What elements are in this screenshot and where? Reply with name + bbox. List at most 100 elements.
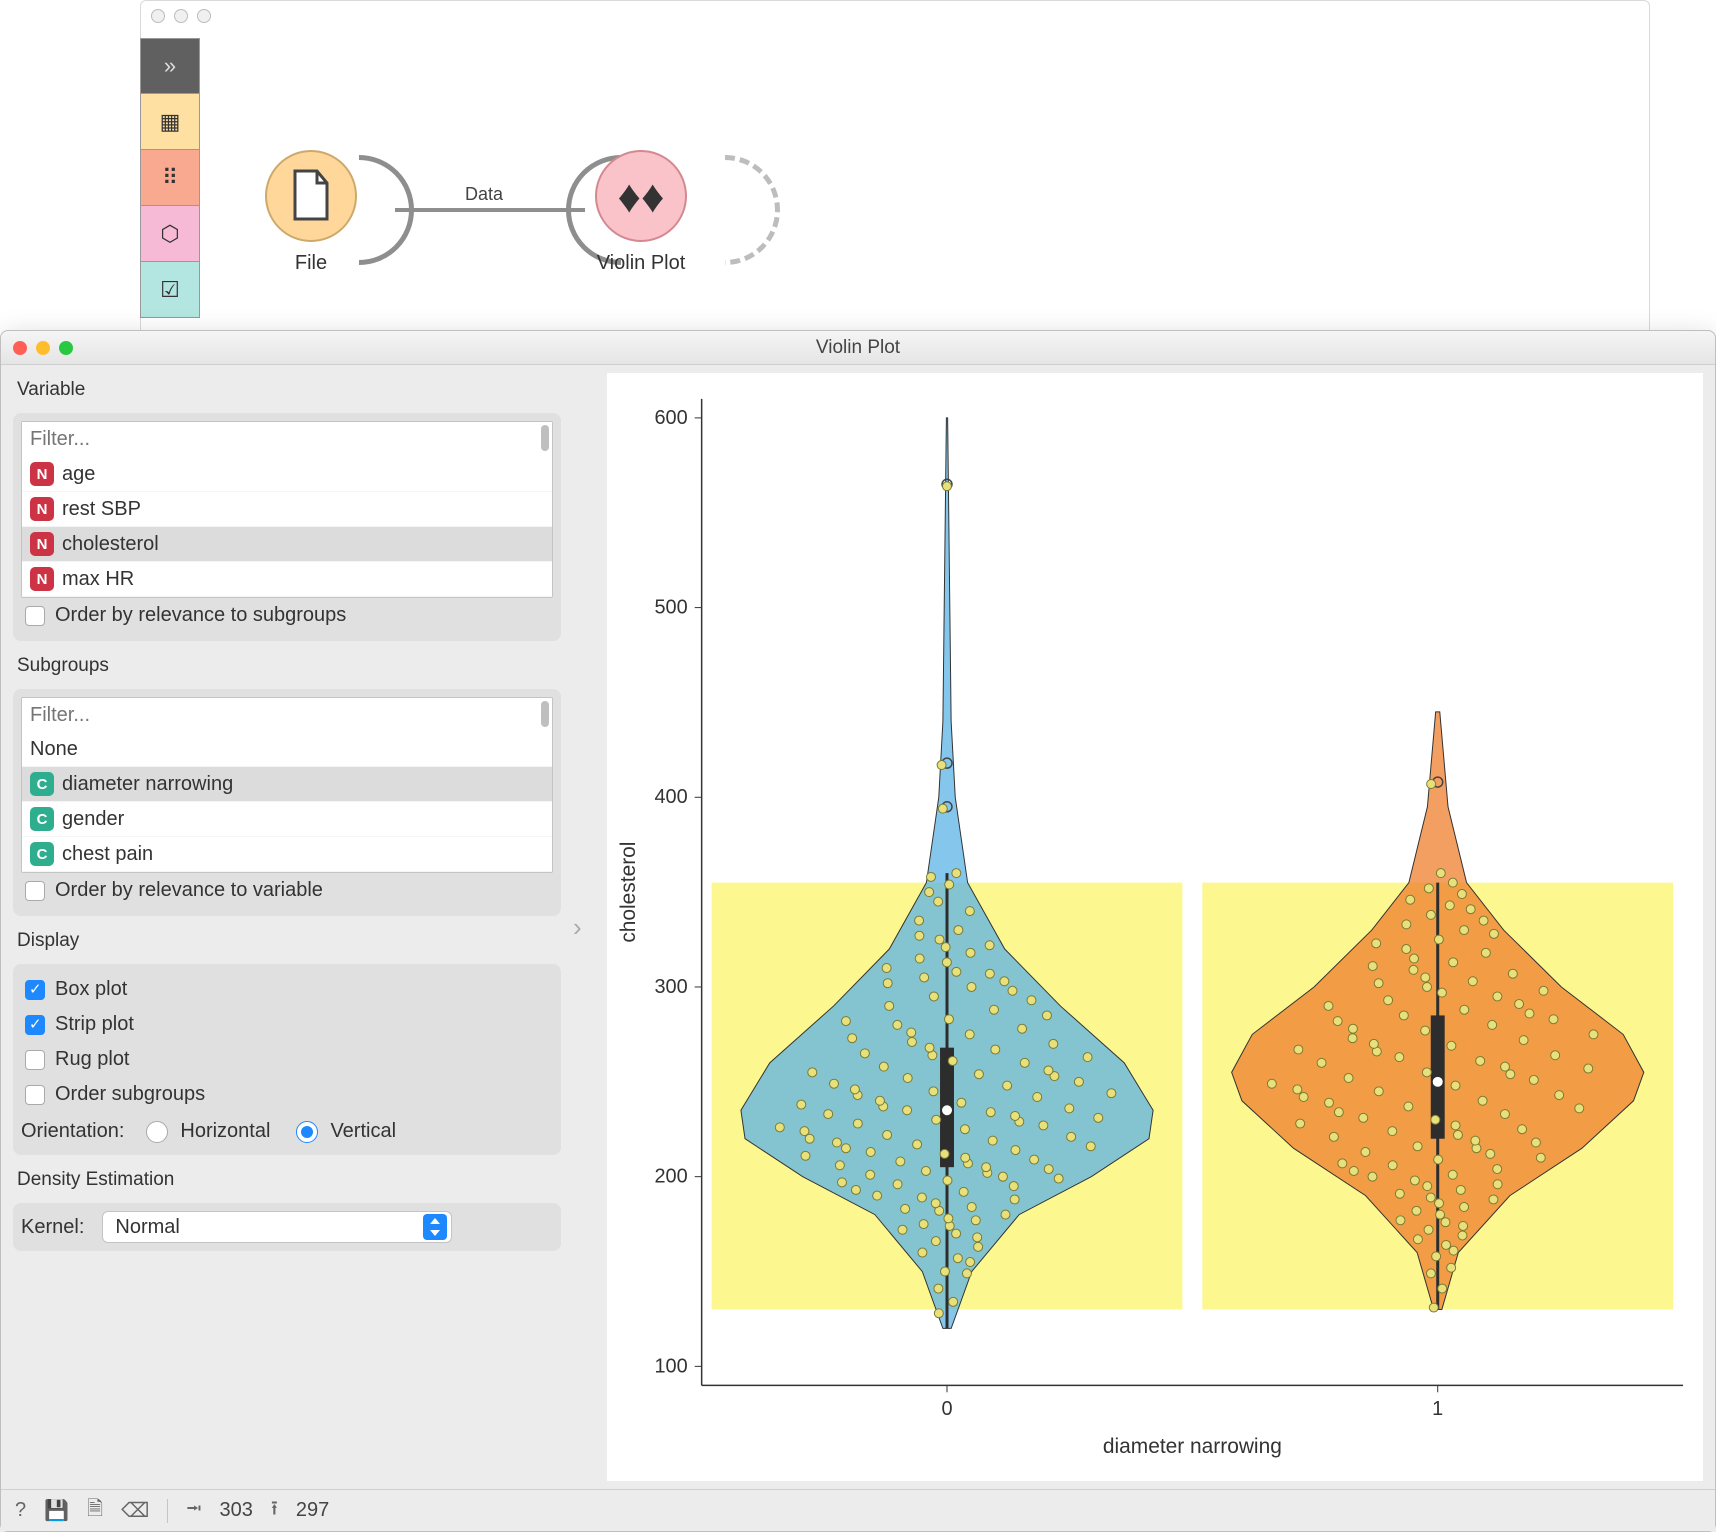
density-section-title: Density Estimation [17,1169,561,1191]
variable-filter-input[interactable] [22,422,552,457]
variable-filter: NageNrest SBPNcholesterolNmax HR [21,421,553,598]
save-icon[interactable]: 💾 [44,1498,69,1523]
svg-text:cholesterol: cholesterol [617,842,640,943]
type-badge: C [30,772,54,796]
palette-expand-icon[interactable]: » [140,38,200,94]
orientation-horizontal[interactable]: Horizontal [142,1116,274,1147]
svg-text:400: 400 [654,786,687,808]
type-badge: N [30,497,54,521]
checkbox[interactable] [25,980,45,1000]
subgroups-group: NoneCdiameter narrowingCgenderCchest pai… [13,689,561,916]
input-icon: ⭲ [186,1494,201,1528]
list-item[interactable]: Nmax HR [22,562,552,597]
widget-palette: » ▦ ⠿ ⬡ ☑ [140,38,200,318]
svg-text:600: 600 [654,407,687,429]
svg-text:0: 0 [941,1398,952,1420]
variable-list[interactable]: NageNrest SBPNcholesterolNmax HR [22,457,552,597]
svg-text:1: 1 [1432,1398,1443,1420]
order-variables-checkbox[interactable] [25,606,45,626]
list-item[interactable]: Cchest pain [22,837,552,872]
select-stepper-icon [423,1214,447,1240]
palette-evaluate-icon[interactable]: ☑ [140,262,200,318]
radio-vertical[interactable] [296,1121,318,1143]
dialog-titlebar[interactable]: Violin Plot [1,331,1715,365]
variable-section-title: Variable [17,379,561,401]
order-variables-label: Order by relevance to subgroups [55,604,346,627]
list-item[interactable]: Ncholesterol [22,527,552,562]
checkbox-label: Box plot [55,978,127,1001]
help-icon[interactable]: ? [15,1499,26,1522]
kernel-label: Kernel: [21,1216,84,1239]
kernel-select[interactable]: Normal [102,1211,452,1243]
scrollbar-thumb[interactable] [541,425,549,451]
type-badge: N [30,462,54,486]
type-badge: N [30,532,54,556]
radio-horizontal[interactable] [146,1121,168,1143]
violin-plot-widget[interactable]: ♦♦ Violin Plot [595,150,687,275]
panel-collapse-handle[interactable]: › [573,912,595,943]
svg-text:300: 300 [654,976,687,998]
violin-icon: ♦♦ [618,169,665,223]
file-widget[interactable]: File [265,150,357,275]
type-badge: C [30,842,54,866]
status-bar: ? 💾 🗎 ⌫ ⭲ 303 ⭱ 297 [1,1489,1715,1531]
checkbox[interactable] [25,1015,45,1035]
scrollbar-thumb[interactable] [541,701,549,727]
svg-text:100: 100 [654,1355,687,1377]
violin-chart: 10020030040050060001cholesteroldiameter … [607,373,1703,1481]
order-subgroups-checkbox[interactable] [25,881,45,901]
list-item[interactable]: Cgender [22,802,552,837]
subgroups-list[interactable]: NoneCdiameter narrowingCgenderCchest pai… [22,733,552,872]
order-subgroups-label: Order by relevance to variable [55,879,323,902]
display-option[interactable]: Strip plot [21,1007,553,1042]
output-icon: ⭱ [271,1494,278,1528]
canvas-traffic-lights [151,9,211,23]
file-widget-label: File [265,252,357,275]
checkbox-label: Rug plot [55,1048,130,1071]
svg-text:200: 200 [654,1166,687,1188]
violin-plot-dialog: Violin Plot Variable NageNrest SBPNchole… [0,330,1716,1532]
list-item-label: max HR [62,568,134,591]
canvas-link[interactable] [395,208,585,212]
checkbox[interactable] [25,1085,45,1105]
orientation-label: Orientation: [21,1120,124,1143]
traffic-dot[interactable] [197,9,211,23]
output-count: 297 [296,1499,329,1522]
palette-model-icon[interactable]: ⬡ [140,206,200,262]
variable-group: NageNrest SBPNcholesterolNmax HR Order b… [13,413,561,641]
palette-data-icon[interactable]: ▦ [140,94,200,150]
order-variables-row[interactable]: Order by relevance to subgroups [21,598,553,633]
checkbox[interactable] [25,1050,45,1070]
orientation-row: Orientation: Horizontal Vertical [21,1116,553,1147]
reset-icon[interactable]: ⌫ [121,1498,149,1523]
list-item-label: age [62,463,95,486]
subgroups-filter: NoneCdiameter narrowingCgenderCchest pai… [21,697,553,873]
orientation-vertical[interactable]: Vertical [292,1116,400,1147]
list-item[interactable]: None [22,733,552,767]
svg-text:500: 500 [654,597,687,619]
traffic-dot[interactable] [174,9,188,23]
report-icon[interactable]: 🗎 [87,1494,103,1528]
order-subgroups-row[interactable]: Order by relevance to variable [21,873,553,908]
list-item-label: diameter narrowing [62,773,233,796]
density-group: Kernel: Normal [13,1203,561,1251]
checkbox-label: Order subgroups [55,1083,205,1106]
plot-area[interactable]: 10020030040050060001cholesteroldiameter … [607,373,1703,1481]
violin-widget-label: Violin Plot [595,252,687,275]
palette-visualize-icon[interactable]: ⠿ [140,150,200,206]
display-option[interactable]: Box plot [21,972,553,1007]
display-option[interactable]: Rug plot [21,1042,553,1077]
list-item[interactable]: Nrest SBP [22,492,552,527]
dialog-title: Violin Plot [1,337,1715,359]
list-item-label: chest pain [62,843,153,866]
type-badge: N [30,567,54,591]
display-group: Box plot Strip plot Rug plot Order subgroup… [13,964,561,1155]
subgroups-filter-input[interactable] [22,698,552,733]
display-option[interactable]: Order subgroups [21,1077,553,1112]
list-item[interactable]: Nage [22,457,552,492]
display-section-title: Display [17,930,561,952]
list-item[interactable]: Cdiameter narrowing [22,767,552,802]
traffic-dot[interactable] [151,9,165,23]
kernel-value: Normal [115,1216,179,1239]
canvas-link-label: Data [465,184,503,205]
